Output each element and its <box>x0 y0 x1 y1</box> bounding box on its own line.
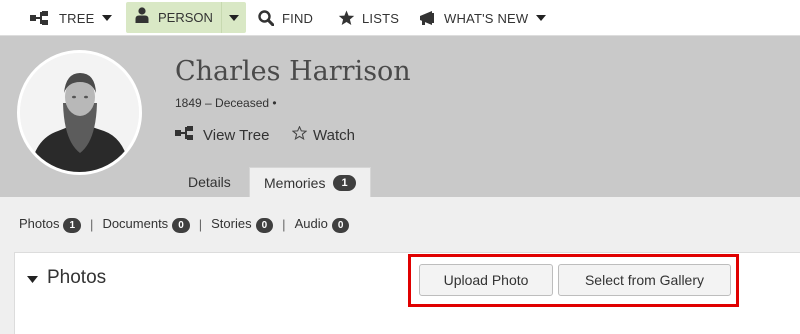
tab-memories[interactable]: Memories 1 <box>249 167 371 197</box>
stories-count-badge: 0 <box>255 217 274 233</box>
select-from-gallery-button[interactable]: Select from Gallery <box>558 264 731 296</box>
audio-count-badge: 0 <box>331 217 350 233</box>
tree-dropdown-icon[interactable] <box>100 0 114 36</box>
nav-whats-new-label: WHAT'S NEW <box>444 10 529 26</box>
subnav-photos-label: Photos <box>19 215 60 231</box>
nav-tree-label: TREE <box>59 10 95 26</box>
subnav-documents[interactable]: Documents 0 <box>102 215 190 233</box>
person-name: Charles Harrison <box>175 56 411 87</box>
documents-count-badge: 0 <box>172 217 190 233</box>
person-dropdown-icon[interactable] <box>222 2 246 33</box>
subnav-stories-label: Stories <box>211 215 252 231</box>
star-icon <box>338 10 355 26</box>
view-tree-link[interactable]: View Tree <box>175 124 269 146</box>
subnav-divider: | <box>90 216 94 232</box>
megaphone-icon <box>419 10 439 26</box>
view-tree-label: View Tree <box>203 126 270 144</box>
upload-photo-button[interactable]: Upload Photo <box>419 264 553 296</box>
portrait-image <box>20 53 139 172</box>
subnav-documents-label: Documents <box>102 215 169 231</box>
nav-person-label: PERSON <box>158 10 213 25</box>
nav-whats-new[interactable]: WHAT'S NEW <box>419 0 547 36</box>
whats-new-dropdown-icon[interactable] <box>536 15 547 21</box>
collapse-triangle-icon <box>27 267 38 289</box>
nav-lists[interactable]: LISTS <box>338 0 399 36</box>
person-header: Charles Harrison 1849 – Deceased • View … <box>0 36 800 197</box>
top-navigation: TREE PERSON FIND LISTS WHAT'S NEW <box>0 0 800 36</box>
person-avatar[interactable] <box>17 50 142 175</box>
watch-label: Watch <box>313 126 355 144</box>
photos-section-title: Photos <box>47 267 107 288</box>
nav-person-group: PERSON <box>126 2 246 33</box>
tree-icon <box>30 11 52 25</box>
subnav-divider: | <box>282 216 286 232</box>
nav-find[interactable]: FIND <box>258 0 313 36</box>
tree-icon <box>175 126 203 144</box>
nav-tree[interactable]: TREE <box>30 0 94 36</box>
search-icon <box>258 10 274 26</box>
memories-subnav: Photos 1 | Documents 0 | Stories 0 | Audio 0 <box>19 214 350 234</box>
nav-person[interactable]: PERSON <box>126 2 220 33</box>
photos-count-badge: 1 <box>63 217 82 233</box>
tab-details[interactable]: Details <box>174 167 245 197</box>
subnav-audio-label: Audio <box>294 215 328 231</box>
subnav-audio[interactable]: Audio 0 <box>295 216 350 233</box>
tab-memories-label: Memories <box>264 174 326 191</box>
subnav-photos[interactable]: Photos 1 <box>19 215 82 233</box>
tab-details-label: Details <box>188 174 231 190</box>
nav-lists-label: LISTS <box>362 10 400 26</box>
subnav-stories[interactable]: Stories 0 <box>211 215 274 233</box>
person-lifespan: 1849 – Deceased • <box>175 96 277 110</box>
star-outline-icon <box>291 125 313 144</box>
nav-find-label: FIND <box>282 10 314 26</box>
photos-section-toggle[interactable]: Photos <box>27 267 106 289</box>
person-icon <box>135 7 149 28</box>
subnav-divider: | <box>198 216 203 232</box>
memories-count-badge: 1 <box>333 174 356 191</box>
watch-link[interactable]: Watch <box>291 124 355 146</box>
